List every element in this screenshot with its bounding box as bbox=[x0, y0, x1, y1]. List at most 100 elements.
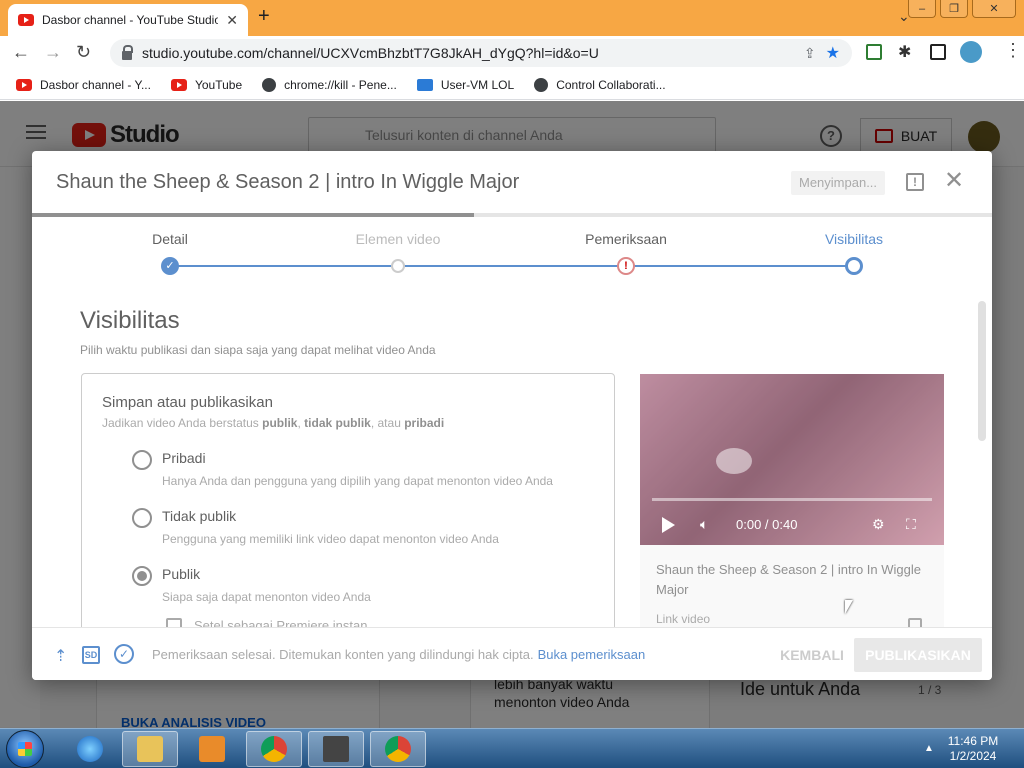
clock-date: 1/2/2024 bbox=[949, 749, 997, 763]
maximize-button[interactable]: ❐ bbox=[940, 0, 968, 18]
chrome-icon bbox=[261, 736, 287, 762]
dialog-header: Shaun the Sheep & Season 2 | intro In Wi… bbox=[32, 151, 992, 213]
side-panel-icon[interactable] bbox=[930, 44, 946, 60]
bookmark-dasbor[interactable]: Dasbor channel - Y... bbox=[16, 78, 151, 92]
step-pending-dot[interactable] bbox=[391, 259, 405, 273]
fullscreen-icon[interactable]: ⛶ bbox=[906, 516, 916, 533]
radio-unlisted[interactable] bbox=[132, 508, 152, 528]
new-tab-button[interactable]: + bbox=[258, 6, 270, 26]
tray-expand-icon[interactable]: ▲ bbox=[924, 743, 934, 754]
step-detail[interactable]: Detail bbox=[152, 231, 188, 247]
menu-dots-icon[interactable]: ⋮ bbox=[1004, 40, 1022, 61]
premiere-checkbox[interactable] bbox=[166, 618, 182, 627]
step-warning-icon[interactable]: ! bbox=[617, 257, 635, 275]
start-button[interactable] bbox=[6, 730, 44, 768]
browser-titlebar: Dasbor channel - YouTube Studio ✕ + ⌄ – … bbox=[0, 0, 1024, 36]
settings-gear-icon[interactable]: ⚙ bbox=[872, 516, 885, 533]
box-sub-prefix: Jadikan video Anda berstatus bbox=[102, 416, 259, 430]
extension-icon[interactable] bbox=[866, 44, 882, 60]
back-button[interactable]: KEMBALI bbox=[770, 638, 854, 672]
radio-public[interactable] bbox=[132, 566, 152, 586]
option-label: Pribadi bbox=[162, 450, 206, 466]
section-subtitle: Pilih waktu publikasi dan siapa saja yan… bbox=[80, 343, 436, 357]
video-seek-bar[interactable] bbox=[652, 498, 932, 501]
youtube-icon bbox=[16, 78, 32, 91]
sd-processing-icon[interactable]: SD bbox=[82, 646, 100, 664]
section-title: Visibilitas bbox=[80, 307, 180, 334]
upload-status-icon[interactable]: ⇡ bbox=[54, 646, 67, 666]
report-issue-icon[interactable]: ! bbox=[906, 173, 924, 191]
window-controls: – ❐ ✕ bbox=[908, 0, 1016, 18]
globe-icon bbox=[534, 77, 549, 92]
publish-button[interactable]: PUBLIKASIKAN bbox=[854, 638, 982, 672]
chrome-icon bbox=[385, 736, 411, 762]
box-sub-unlisted: tidak publik bbox=[304, 416, 371, 430]
taskbar-clock[interactable]: 11:46 PM 1/2/2024 bbox=[938, 734, 1008, 764]
step-current-dot[interactable] bbox=[845, 257, 863, 275]
lock-icon[interactable] bbox=[122, 44, 133, 60]
bookmark-chrome-kill[interactable]: chrome://kill - Pene... bbox=[262, 77, 397, 92]
forward-arrow-icon[interactable]: → bbox=[44, 42, 62, 63]
bookmark-label: chrome://kill - Pene... bbox=[284, 77, 397, 92]
bookmark-label: Control Collaborati... bbox=[556, 77, 666, 92]
bookmark-user-vm[interactable]: User-VM LOL bbox=[416, 78, 514, 92]
clock-time: 11:46 PM bbox=[947, 734, 999, 748]
taskbar-chrome-1[interactable] bbox=[246, 731, 302, 767]
box-subtitle: Jadikan video Anda berstatus publik, tid… bbox=[102, 416, 444, 430]
minimize-button[interactable]: – bbox=[908, 0, 936, 18]
step-checks[interactable]: Pemeriksaan bbox=[585, 231, 667, 247]
back-arrow-icon[interactable]: ← bbox=[12, 42, 30, 63]
reload-icon[interactable]: ↻ bbox=[76, 42, 91, 63]
bookmark-label: Dasbor channel - Y... bbox=[40, 77, 151, 92]
volume-icon[interactable]: 🔈︎ bbox=[700, 516, 708, 533]
browser-tab[interactable]: Dasbor channel - YouTube Studio ✕ bbox=[8, 4, 248, 36]
play-icon[interactable] bbox=[662, 517, 675, 533]
bookmark-star-icon[interactable]: ★ bbox=[826, 43, 840, 63]
dialog-scrollbar[interactable] bbox=[978, 301, 986, 441]
step-video-elements[interactable]: Elemen video bbox=[356, 231, 441, 247]
saving-indicator: Menyimpan... bbox=[791, 171, 886, 195]
video-player[interactable]: 🔈︎ 0:00 / 0:40 ⚙ ⛶ bbox=[640, 374, 944, 545]
taskbar-media[interactable] bbox=[184, 731, 240, 767]
option-description: Hanya Anda dan pengguna yang dipilih yan… bbox=[162, 474, 553, 488]
window-close-button[interactable]: ✕ bbox=[972, 0, 1016, 18]
video-link-label: Link video bbox=[656, 612, 711, 626]
profile-avatar[interactable] bbox=[960, 41, 982, 63]
open-checks-link[interactable]: Buka pemeriksaan bbox=[538, 647, 646, 662]
taskbar-explorer[interactable] bbox=[122, 731, 178, 767]
video-preview-card: 🔈︎ 0:00 / 0:40 ⚙ ⛶ Shaun the Sheep & Sea… bbox=[640, 374, 944, 627]
bookmark-label: YouTube bbox=[194, 77, 243, 92]
box-sub-sep: , bbox=[297, 416, 301, 430]
watermark-logo bbox=[716, 448, 752, 474]
dialog-close-icon[interactable]: ✕ bbox=[944, 169, 964, 193]
taskbar-chrome-2[interactable] bbox=[370, 731, 426, 767]
bookmark-youtube[interactable]: YouTube bbox=[170, 77, 243, 92]
folder-icon bbox=[137, 736, 163, 762]
option-label: Tidak publik bbox=[162, 508, 237, 524]
step-visibility[interactable]: Visibilitas bbox=[825, 231, 883, 247]
copy-link-icon[interactable] bbox=[908, 618, 922, 627]
premiere-label: Setel sebagai Premiere instan bbox=[194, 618, 368, 627]
taskbar-ie[interactable] bbox=[62, 731, 118, 767]
address-bar[interactable]: studio.youtube.com/channel/UCXVcmBhzbtT7… bbox=[110, 39, 852, 67]
youtube-favicon-icon bbox=[18, 14, 34, 26]
taskbar-movie-maker[interactable] bbox=[308, 731, 364, 767]
visibility-panel: Visibilitas Pilih waktu publikasi dan si… bbox=[32, 287, 976, 627]
tab-title: Dasbor channel - YouTube Studio bbox=[42, 13, 219, 27]
internet-explorer-icon bbox=[77, 736, 103, 762]
youtube-icon bbox=[170, 78, 187, 91]
upload-stepper: Detail Elemen video Pemeriksaan Visibili… bbox=[32, 217, 992, 287]
share-icon[interactable]: ⇪ bbox=[804, 45, 816, 62]
checks-complete-icon[interactable]: ✓ bbox=[114, 644, 134, 664]
dialog-footer: ⇡ SD ✓ Pemeriksaan selesai. Ditemukan ko… bbox=[32, 627, 992, 680]
option-label: Publik bbox=[162, 566, 201, 582]
step-done-check-icon[interactable]: ✓ bbox=[161, 257, 179, 275]
tab-close-icon[interactable]: ✕ bbox=[226, 12, 238, 29]
bookmark-control[interactable]: Control Collaborati... bbox=[534, 77, 666, 92]
option-description: Pengguna yang memiliki link video dapat … bbox=[162, 532, 499, 546]
puzzle-extensions-icon[interactable]: ✱ bbox=[898, 42, 914, 61]
footer-status: Pemeriksaan selesai. Ditemukan konten ya… bbox=[152, 647, 645, 662]
globe-icon bbox=[262, 77, 277, 92]
url-text[interactable]: studio.youtube.com/channel/UCXVcmBhzbtT7… bbox=[142, 45, 794, 61]
radio-private[interactable] bbox=[132, 450, 152, 470]
